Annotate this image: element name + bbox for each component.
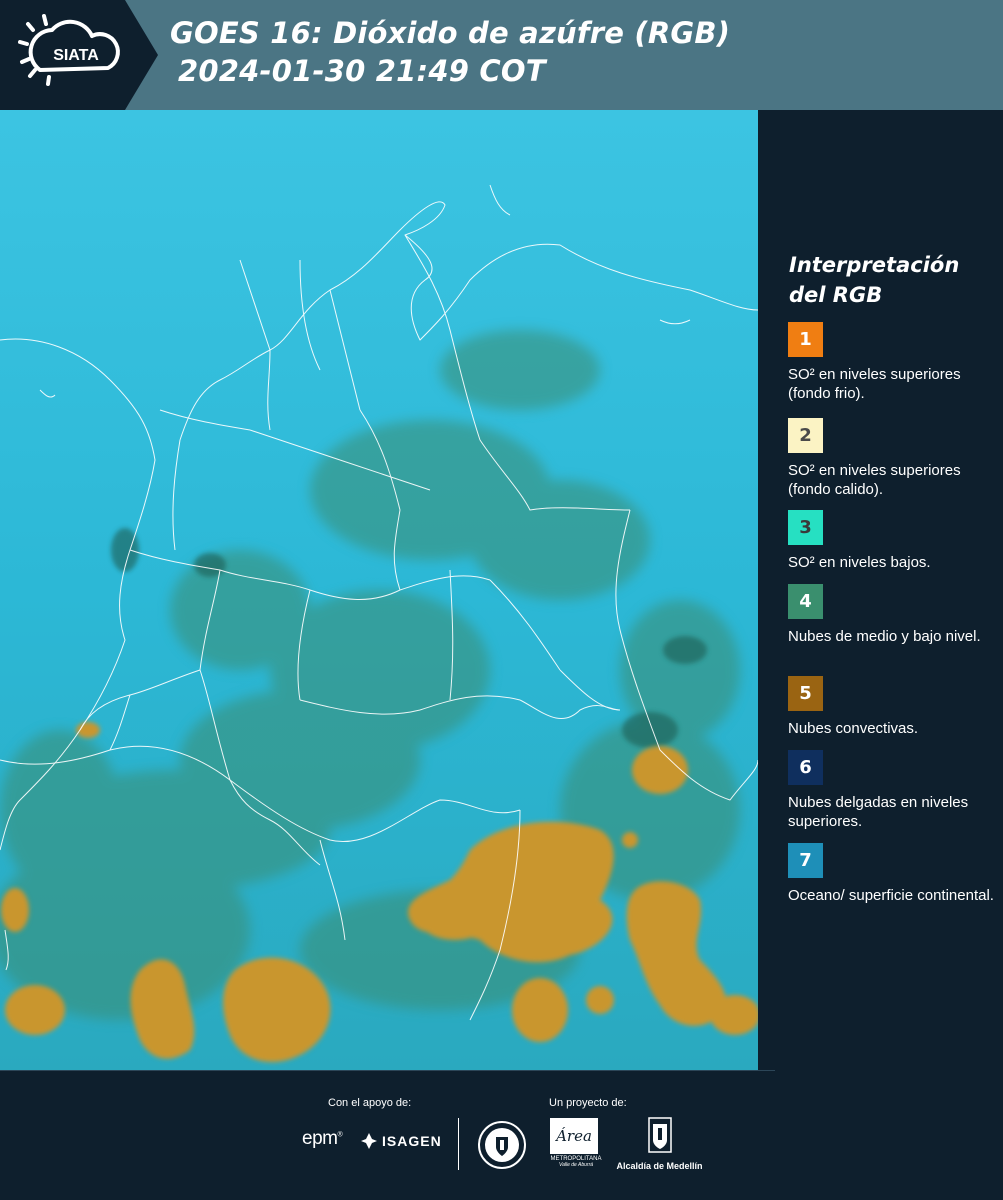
isagen-text: ISAGEN <box>382 1133 442 1149</box>
legend-swatch: 6 <box>788 750 823 785</box>
isagen-logo: ISAGEN <box>360 1132 442 1150</box>
epm-text: epm <box>302 1128 338 1149</box>
legend-label: Oceano/ superficie continental. <box>788 887 994 904</box>
legend-number: 5 <box>799 683 812 704</box>
timestamp: 2024-01-30 21:49 COT <box>178 54 546 88</box>
legend-title: Interpretación del RGB <box>789 250 989 310</box>
legend-number: 1 <box>799 329 812 350</box>
legend-label: Nubes de medio y bajo nivel. <box>788 628 981 645</box>
legend-item-4: 4 Nubes de medio y bajo nivel. <box>788 584 998 646</box>
legend-item-5: 5 Nubes convectivas. <box>788 676 998 738</box>
legend-swatch: 5 <box>788 676 823 711</box>
isagen-icon <box>361 1133 377 1149</box>
legend-label: SO² en niveles superiores (fondo calido)… <box>788 462 961 498</box>
alcaldia-shield-icon <box>647 1117 672 1153</box>
footer-divider <box>458 1118 459 1170</box>
alcaldia-logo: Alcaldía de Medellín <box>612 1116 707 1171</box>
satellite-map <box>0 110 758 1070</box>
legend-title-line1: Interpretación <box>789 253 960 277</box>
legend-item-1: 1 SO² en niveles superiores (fondo frio)… <box>788 322 998 403</box>
area-metropolitana-logo: Área METROPOLITANA Valle de Aburrá <box>550 1118 602 1168</box>
epm-logo: epm® <box>302 1128 343 1150</box>
siata-logo: SIATA <box>0 0 158 110</box>
legend-label: Nubes convectivas. <box>788 720 919 737</box>
alcaldia-text: Alcaldía de Medellín <box>616 1161 703 1171</box>
legend-item-3: 3 SO² en niveles bajos. <box>788 510 998 572</box>
legend-number: 4 <box>799 591 812 612</box>
area-subtitle-2: Valle de Aburrá <box>558 1162 594 1168</box>
legend-number: 2 <box>799 425 812 446</box>
logo-text: SIATA <box>53 47 99 64</box>
legend-item-6: 6 Nubes delgadas en niveles superiores. <box>788 750 998 831</box>
page: SIATA GOES 16: Dióxido de azúfre (RGB) 2… <box>0 0 1003 1200</box>
area-mark: Área <box>550 1118 598 1154</box>
legend-swatch: 1 <box>788 322 823 357</box>
page-title: GOES 16: Dióxido de azúfre (RGB) <box>170 16 731 50</box>
legend-label: SO² en niveles bajos. <box>788 554 931 571</box>
legend-label: Nubes delgadas en niveles superiores. <box>788 794 969 830</box>
project-label: Un proyecto de: <box>549 1097 627 1109</box>
legend-swatch: 2 <box>788 418 823 453</box>
legend-item-2: 2 SO² en niveles superiores (fondo calid… <box>788 418 998 499</box>
medellin-seal <box>477 1120 527 1175</box>
legend-panel: Interpretación del RGB 1 SO² en niveles … <box>760 110 1003 1070</box>
legend-label: SO² en niveles superiores (fondo frio). <box>788 366 961 402</box>
legend-swatch: 4 <box>788 584 823 619</box>
registered-mark: ® <box>337 1131 343 1139</box>
legend-number: 7 <box>799 850 812 871</box>
legend-item-7: 7 Oceano/ superficie continental. <box>788 843 998 905</box>
footer: Con el apoyo de: Un proyecto de: epm® IS… <box>0 1070 1003 1200</box>
footer-rule <box>0 1070 775 1071</box>
legend-swatch: 3 <box>788 510 823 545</box>
legend-number: 3 <box>799 517 812 538</box>
legend-swatch: 7 <box>788 843 823 878</box>
legend-title-line2: del RGB <box>789 283 883 307</box>
header-bar: SIATA GOES 16: Dióxido de azúfre (RGB) 2… <box>0 0 1003 110</box>
support-label: Con el apoyo de: <box>328 1097 412 1109</box>
legend-number: 6 <box>799 757 812 778</box>
